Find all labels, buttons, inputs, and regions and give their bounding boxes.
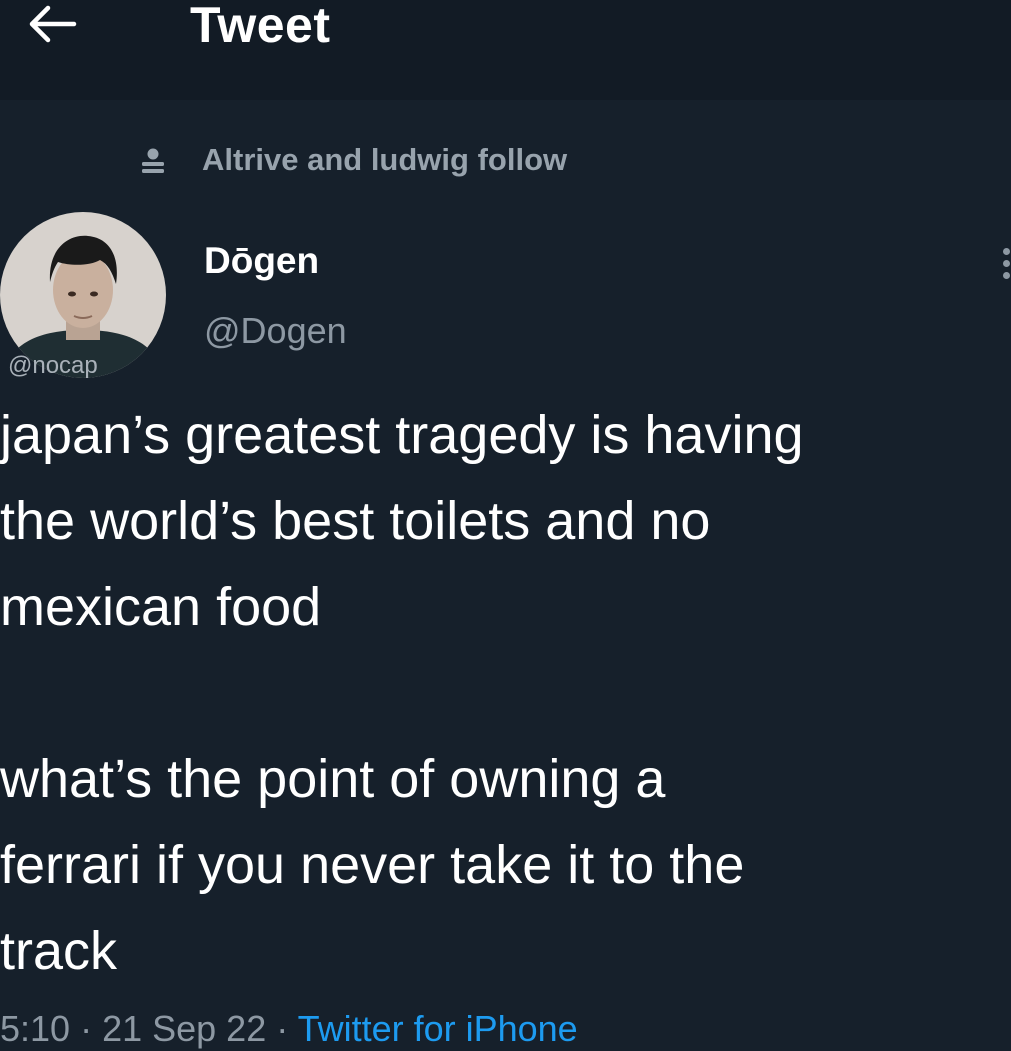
- tweet-paragraph: japan’s greatest tragedy is having the w…: [0, 392, 1011, 650]
- tweet-time: 5:10: [0, 1008, 71, 1049]
- tweet-line: track: [0, 921, 118, 981]
- page-title: Tweet: [190, 0, 331, 53]
- arrow-left-icon: [29, 5, 77, 43]
- social-context-text: Altrive and ludwig follow: [202, 142, 568, 177]
- tweet-paragraph: what’s the point of owning a ferrari if …: [0, 736, 1011, 994]
- author-display-name[interactable]: Dōgen: [204, 240, 319, 282]
- tweet-line: the world’s best toilets and no: [0, 491, 711, 551]
- more-vertical-icon: [1003, 260, 1010, 267]
- tweet-line: what’s the point of owning a: [0, 749, 666, 809]
- tweet-metadata: 5:10 · 21 Sep 22 · Twitter for iPhone: [0, 1008, 578, 1050]
- meta-separator: ·: [70, 1008, 103, 1049]
- watermark: @nocap: [8, 352, 98, 379]
- more-vertical-icon: [1003, 248, 1010, 255]
- more-vertical-icon: [1003, 272, 1010, 279]
- social-context[interactable]: Altrive and ludwig follow: [138, 140, 567, 180]
- tweet-line: japan’s greatest tragedy is having: [0, 405, 804, 465]
- tweet-line: mexican food: [0, 577, 322, 637]
- top-bar: Tweet: [0, 0, 1011, 100]
- more-button[interactable]: [999, 246, 1011, 286]
- tweet-source-link[interactable]: Twitter for iPhone: [298, 1008, 578, 1049]
- person-icon: [142, 148, 164, 173]
- tweet-text: japan’s greatest tragedy is having the w…: [0, 392, 1011, 994]
- tweet-date: 21 Sep 22: [102, 1008, 267, 1049]
- meta-separator: ·: [266, 1008, 298, 1049]
- tweet-line: ferrari if you never take it to the: [0, 835, 745, 895]
- back-button[interactable]: [22, 4, 82, 44]
- author-handle: @Dogen: [204, 310, 347, 351]
